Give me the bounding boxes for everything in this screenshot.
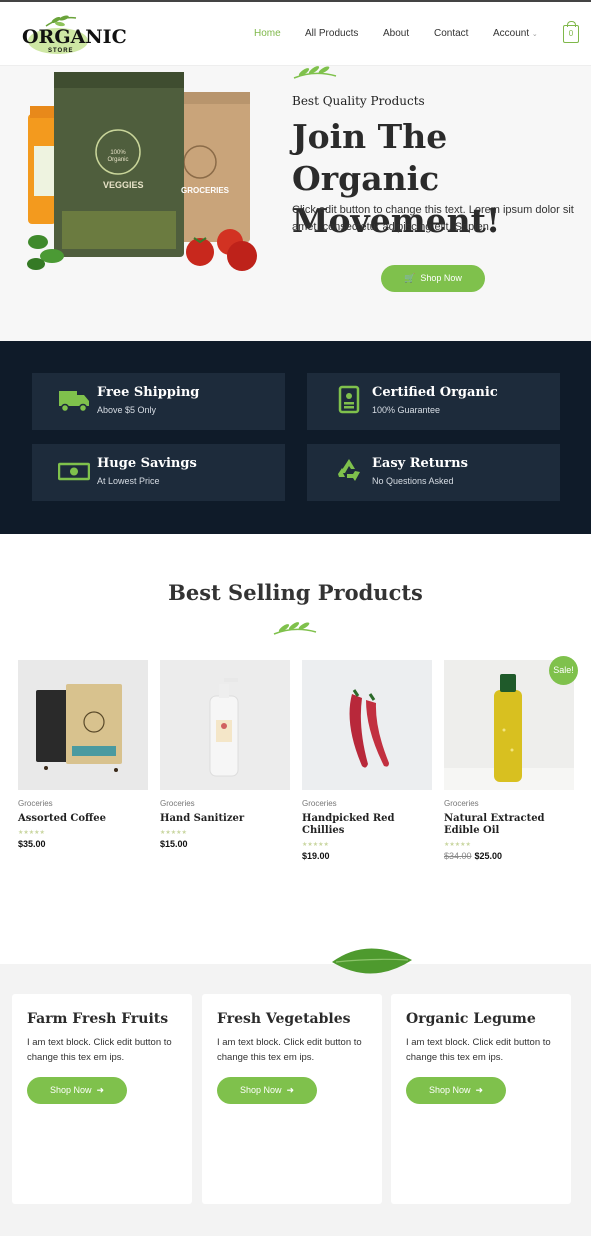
arrow-right-icon: ➜	[475, 1085, 484, 1095]
feature-subtitle: 100% Guarantee	[372, 405, 441, 415]
feature-subtitle: Above $5 Only	[97, 405, 157, 415]
product-category: Groceries	[160, 799, 195, 808]
recycle-icon	[338, 459, 360, 481]
feature-subtitle: No Questions Asked	[372, 476, 454, 486]
category-button-label: Shop Now	[239, 1085, 282, 1095]
category-title: Farm Fresh Fruits	[27, 1011, 169, 1027]
site-header: ORGANIC STORE Home All Products About Co…	[0, 0, 591, 66]
chevron-down-icon: ⌄	[531, 31, 538, 38]
store-logo[interactable]: ORGANIC STORE	[18, 12, 127, 58]
rating-stars: ★★★★★	[18, 830, 45, 836]
bag-label-veggies: VEGGIES	[103, 180, 144, 190]
product-price: $35.00	[18, 839, 46, 849]
product-price: $15.00	[160, 839, 188, 849]
leaf-divider-icon	[273, 622, 317, 635]
feature-title: Certified Organic	[372, 385, 498, 400]
category-shop-now-button[interactable]: Shop Now ➜	[406, 1077, 506, 1104]
hero-title-line1: Join The Organic	[292, 117, 448, 198]
category-button-label: Shop Now	[49, 1085, 92, 1095]
product-image-coffee[interactable]	[18, 660, 148, 790]
product-name[interactable]: Hand Sanitizer	[160, 813, 290, 825]
cart-button[interactable]: 0	[563, 21, 579, 43]
arrow-right-icon: ➜	[96, 1085, 105, 1095]
category-text: I am text block. Click edit button to ch…	[217, 1037, 362, 1063]
sale-badge: Sale!	[549, 656, 578, 685]
nav-all-products[interactable]: All Products	[305, 28, 358, 39]
feature-free-shipping: Free Shipping Above $5 Only	[32, 373, 285, 430]
product-card[interactable]: Groceries Hand Sanitizer ★★★★★ $15.00	[160, 660, 290, 849]
product-card[interactable]: Groceries Assorted Coffee ★★★★★ $35.00	[18, 660, 148, 849]
basil-leaf-icon	[332, 948, 412, 974]
cart-icon: 🛒	[404, 273, 416, 283]
feature-title: Free Shipping	[97, 385, 200, 400]
nav-account-label: Account	[493, 28, 530, 39]
hero-product-image	[27, 72, 257, 271]
hero-button-label: Shop Now	[420, 273, 462, 283]
hero-subtitle: Best Quality Products	[292, 94, 425, 108]
product-name[interactable]: Natural Extracted Edible Oil	[444, 813, 574, 837]
rating-stars: ★★★★★	[302, 842, 329, 848]
bag-label-groceries: GROCERIES	[181, 186, 230, 195]
product-image-sanitizer[interactable]	[160, 660, 290, 790]
product-sale-price: $25.00	[474, 851, 503, 861]
category-card-vegetables: Fresh Vegetables I am text block. Click …	[202, 994, 382, 1204]
category-shop-now-button[interactable]: Shop Now ➜	[27, 1077, 127, 1104]
money-icon	[58, 462, 90, 481]
certificate-icon	[338, 385, 360, 414]
product-card[interactable]: Groceries Natural Extracted Edible Oil ★…	[444, 660, 574, 861]
category-title: Organic Legume	[406, 1011, 536, 1027]
rating-stars: ★★★★★	[444, 842, 471, 848]
features-section: Free Shipping Above $5 Only Certified Or…	[0, 341, 591, 534]
product-price: $34.00 $25.00	[444, 851, 574, 861]
category-text: I am text block. Click edit button to ch…	[406, 1037, 551, 1063]
feature-title: Huge Savings	[97, 456, 197, 471]
best-selling-title: Best Selling Products	[168, 580, 423, 605]
product-old-price: $34.00	[444, 851, 472, 861]
logo-subtext: STORE	[48, 48, 74, 54]
nav-contact[interactable]: Contact	[434, 28, 468, 39]
feature-easy-returns: Easy Returns No Questions Asked	[307, 444, 560, 501]
hero-section: VEGGIES GROCERIES 100% Organic Best Qual…	[0, 66, 591, 341]
product-price: $19.00	[302, 851, 330, 861]
category-title: Fresh Vegetables	[217, 1011, 351, 1027]
bag-seal: 100% Organic	[107, 150, 129, 163]
product-name[interactable]: Assorted Coffee	[18, 813, 148, 825]
rating-stars: ★★★★★	[160, 830, 187, 836]
category-card-legume: Organic Legume I am text block. Click ed…	[391, 994, 571, 1204]
product-name[interactable]: Handpicked Red Chillies	[302, 813, 432, 837]
category-shop-now-button[interactable]: Shop Now ➜	[217, 1077, 317, 1104]
nav-home[interactable]: Home	[254, 28, 281, 39]
logo-text: ORGANIC	[22, 26, 127, 48]
nav-account[interactable]: Account ⌄	[493, 28, 538, 39]
arrow-right-icon: ➜	[286, 1085, 295, 1095]
feature-huge-savings: Huge Savings At Lowest Price	[32, 444, 285, 501]
product-card[interactable]: Groceries Handpicked Red Chillies ★★★★★ …	[302, 660, 432, 861]
feature-subtitle: At Lowest Price	[97, 476, 160, 486]
category-card-fruits: Farm Fresh Fruits I am text block. Click…	[12, 994, 192, 1204]
feature-title: Easy Returns	[372, 456, 468, 471]
truck-icon	[59, 391, 89, 413]
feature-certified-organic: Certified Organic 100% Guarantee	[307, 373, 560, 430]
category-button-label: Shop Now	[428, 1085, 471, 1095]
product-image-chillies[interactable]	[302, 660, 432, 790]
category-text: I am text block. Click edit button to ch…	[27, 1037, 172, 1063]
hero-shop-now-button[interactable]: 🛒 Shop Now	[381, 265, 485, 292]
nav-about[interactable]: About	[383, 28, 409, 39]
product-category: Groceries	[444, 799, 479, 808]
product-category: Groceries	[302, 799, 337, 808]
leaf-decoration-icon	[293, 66, 337, 79]
product-category: Groceries	[18, 799, 53, 808]
hero-text: Click edit button to change this text. L…	[292, 204, 574, 233]
cart-count: 0	[568, 29, 574, 38]
